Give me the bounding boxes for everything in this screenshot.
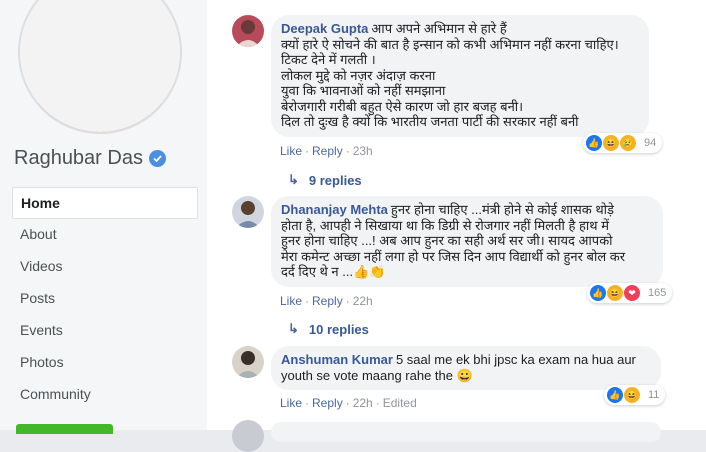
reaction-summary[interactable]: 👍 😆 😢 94	[583, 133, 663, 153]
commenter-avatar[interactable]	[232, 15, 264, 47]
commenter-avatar[interactable]	[232, 196, 264, 228]
sad-reaction-icon: 😢	[619, 134, 637, 152]
nav-item-community[interactable]: Community	[12, 379, 198, 411]
comment-text-line: youth se vote maang rahe the 😀	[281, 367, 473, 383]
commenter-avatar[interactable]	[232, 420, 264, 452]
nav-item-about[interactable]: About	[12, 219, 198, 251]
comment-actions: Like · Reply · 22h	[280, 294, 373, 308]
comment-timestamp[interactable]: 22h	[353, 396, 373, 410]
replies-count-label[interactable]: 9 replies	[309, 173, 362, 188]
like-reaction-icon: 👍	[589, 284, 607, 302]
comment-author-link[interactable]: Anshuman Kumar	[281, 352, 393, 367]
view-replies-link[interactable]: ↳ 9 replies	[288, 172, 362, 188]
nav-item-home[interactable]: Home	[12, 187, 198, 219]
nav-item-posts[interactable]: Posts	[12, 283, 198, 315]
reply-arrow-icon: ↳	[288, 172, 299, 187]
haha-reaction-icon: 😆	[623, 386, 641, 404]
reaction-count: 94	[644, 137, 657, 149]
comment-timestamp[interactable]: 22h	[353, 294, 373, 308]
comment-text-line: दिल तो दुःख है क्यों कि भारतीय जनता पार्…	[281, 114, 579, 129]
comment-actions: Like · Reply · 23h	[280, 144, 373, 158]
reply-link[interactable]: Reply	[312, 396, 343, 410]
nav-item-events[interactable]: Events	[12, 315, 198, 347]
nav-item-videos[interactable]: Videos	[12, 251, 198, 283]
comment-text-line: होता है, आपही ने सिखाया था कि डिग्री से …	[281, 217, 609, 233]
comment-text-line: दर्द दिए थे न ...👍👏	[281, 264, 386, 279]
haha-reaction-icon: 😆	[606, 284, 624, 302]
comment-author-link[interactable]: Deepak Gupta	[281, 21, 368, 36]
comment-text-line: टिकट देने में गलती ।	[281, 52, 376, 67]
reaction-count: 11	[648, 389, 660, 401]
comment-author-link[interactable]: Dhananjay Mehta	[281, 202, 388, 217]
like-link[interactable]: Like	[280, 396, 302, 410]
reaction-count: 165	[648, 287, 667, 299]
profile-picture[interactable]	[18, 0, 182, 134]
comment-timestamp[interactable]: 23h	[353, 144, 373, 158]
comment-text-line: युवा कि भावनाओं को नहीं समझाना	[281, 83, 446, 98]
verified-badge-icon	[148, 150, 166, 167]
like-link[interactable]: Like	[280, 144, 302, 158]
commenter-avatar[interactable]	[232, 346, 264, 378]
like-link[interactable]: Like	[280, 294, 302, 308]
comment-text-line: क्यों हारे ऐ सोचने की बात है इन्सान को क…	[281, 36, 619, 52]
replies-count-label[interactable]: 10 replies	[309, 322, 369, 337]
page-nav: Home About Videos Posts Events Photos Co…	[12, 187, 198, 411]
comment-bubble: Anshuman Kumar 5 saal me ek bhi jpsc ka e…	[271, 346, 661, 390]
view-replies-link[interactable]: ↳ 10 replies	[288, 321, 369, 337]
create-page-button[interactable]	[16, 424, 113, 434]
comment-text-line: लोकल मुद्दे को नज़र अंदाज़ करना	[281, 67, 436, 83]
reaction-summary[interactable]: 👍 😆 11	[604, 385, 666, 405]
reply-link[interactable]: Reply	[312, 144, 343, 158]
page-sidebar: Raghubar Das Home About Videos Posts Eve…	[0, 0, 208, 434]
comment-bubble: Deepak Gupta आप अपने अभिमान से हारे हैं क…	[271, 15, 649, 137]
page-title[interactable]: Raghubar Das	[14, 147, 166, 170]
comment-text-line: आप अपने अभिमान से हारे हैं	[371, 21, 507, 36]
haha-reaction-icon: 😆	[602, 134, 620, 152]
love-reaction-icon: ❤	[623, 284, 641, 302]
comment-text-line: बेरोजगारी गरीबी बहुत ऐसे कारण जो हार बजह…	[281, 98, 524, 114]
like-reaction-icon: 👍	[585, 134, 603, 152]
comment-actions: Like · Reply · 22h · Edited	[280, 396, 417, 410]
comment-text-line: 5 saal me ek bhi jpsc ka exam na hua aur	[395, 352, 636, 367]
reaction-summary[interactable]: 👍 😆 ❤ 165	[587, 283, 673, 303]
edited-label[interactable]: Edited	[383, 396, 417, 410]
comment-text-line: हुनर होना चाहिए ...मंत्री होने से कोई शा…	[390, 202, 614, 217]
comment-text-line: हुनर होना चाहिए ...! अब आप हुनर का सही अ…	[281, 233, 613, 248]
comment-bubble	[271, 422, 661, 442]
comment-bubble: Dhananjay Mehta हुनर होना चाहिए ...मंत्री…	[271, 196, 663, 287]
like-reaction-icon: 👍	[606, 386, 624, 404]
nav-item-photos[interactable]: Photos	[12, 347, 198, 379]
comments-section: Deepak Gupta आप अपने अभिमान से हारे हैं क…	[207, 0, 706, 452]
page-name-text[interactable]: Raghubar Das	[14, 147, 143, 170]
reply-arrow-icon: ↳	[288, 321, 299, 336]
reply-link[interactable]: Reply	[312, 294, 343, 308]
comment-text-line: मेरा कमेन्ट अच्छा नहीं लगा हो पर जिस दिन…	[281, 248, 626, 264]
